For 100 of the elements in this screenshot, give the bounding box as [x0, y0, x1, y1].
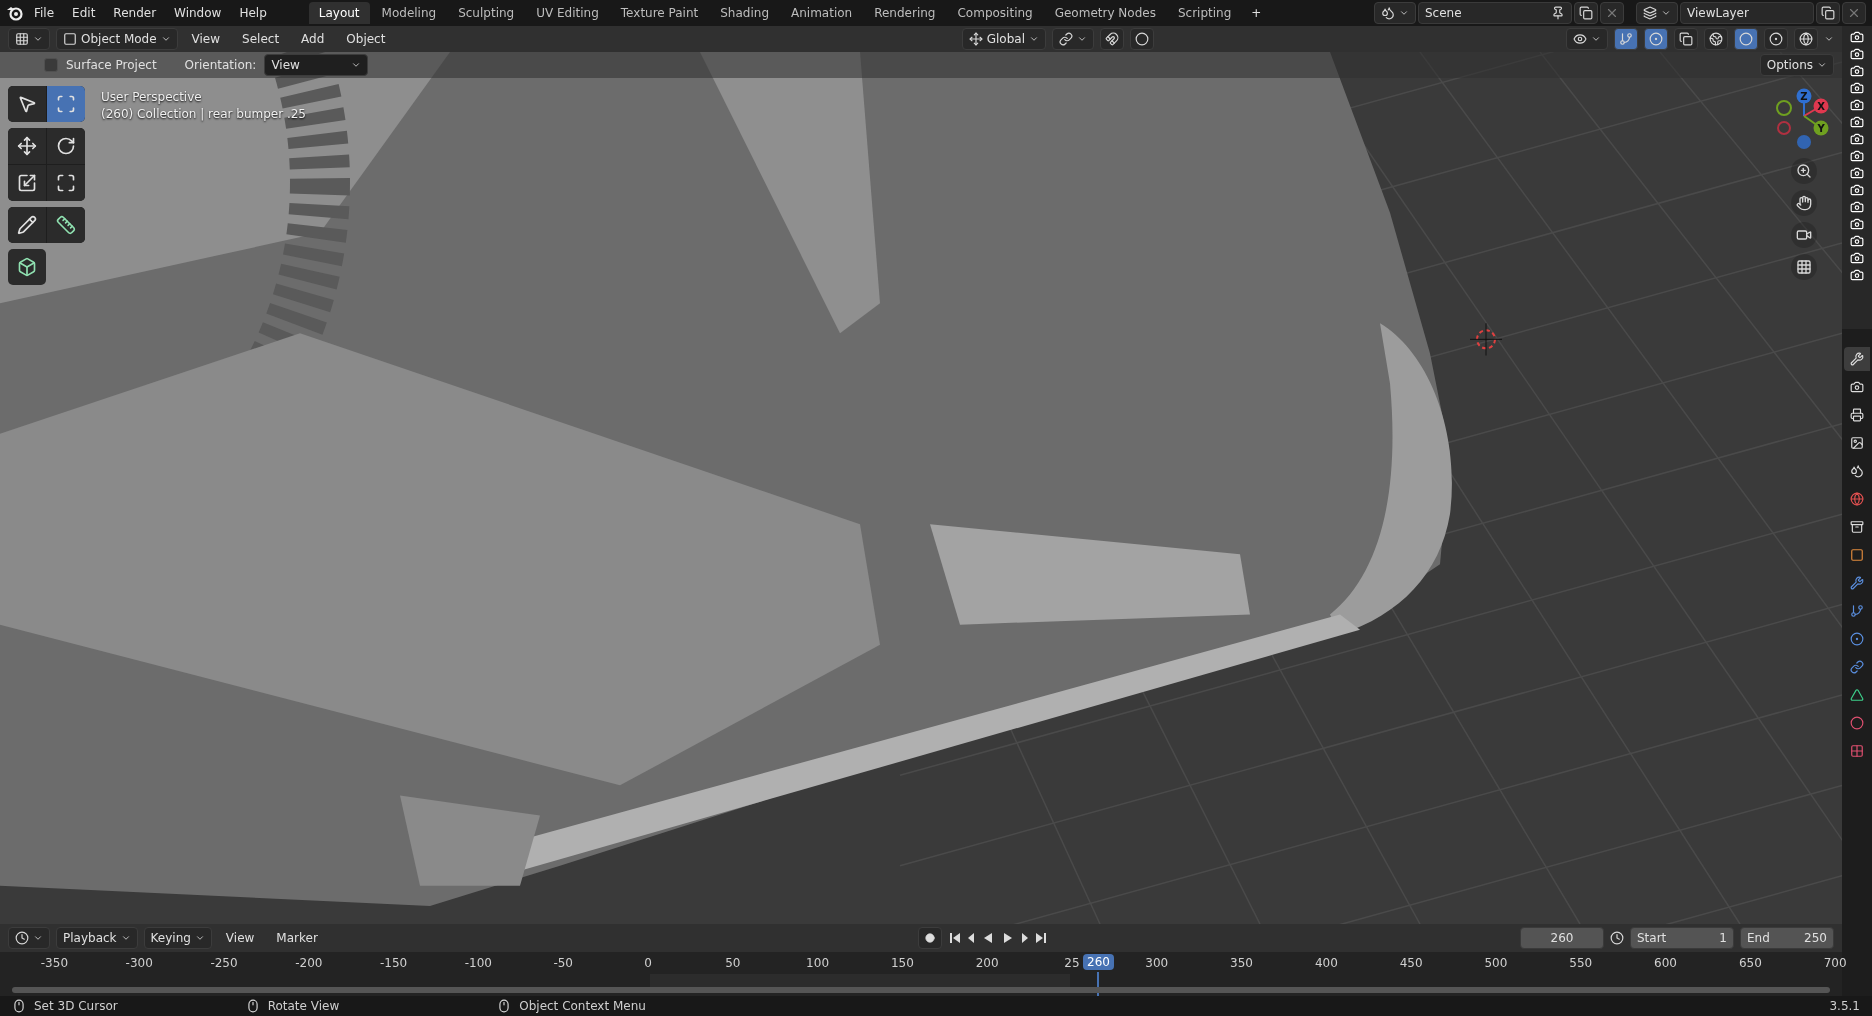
clock-icon	[15, 931, 29, 945]
chevron-icon	[194, 933, 205, 943]
properties-tab[interactable]	[1844, 347, 1870, 371]
rotate-icon	[56, 136, 76, 156]
tool-button[interactable]	[8, 128, 46, 164]
scrollbar[interactable]	[12, 987, 1830, 993]
menu-item[interactable]: View	[217, 928, 263, 948]
pin-icon	[1551, 6, 1565, 20]
menu-item[interactable]: Add	[293, 29, 333, 49]
scale-icon	[17, 173, 37, 193]
orientation-dropdown[interactable]: Global	[961, 28, 1046, 50]
workspace-tab[interactable]: Layout	[308, 2, 370, 24]
workspace-tab[interactable]: Sculpting	[448, 2, 525, 24]
stopwatch-icon	[1610, 931, 1624, 945]
menu-item[interactable]: View	[183, 29, 229, 49]
copy-button[interactable]	[1816, 2, 1840, 24]
tool-button[interactable]	[47, 128, 85, 164]
tool-button[interactable]	[8, 207, 46, 243]
editor-type-dropdown[interactable]	[8, 927, 50, 949]
app-logo-icon[interactable]	[6, 5, 24, 21]
workspace-tab[interactable]: Shading	[710, 2, 779, 24]
annotate-icon	[17, 215, 37, 235]
workspace-tab[interactable]: Compositing	[947, 2, 1043, 24]
zoom-button[interactable]	[1791, 158, 1817, 184]
close-icon	[1847, 6, 1861, 20]
record-button[interactable]	[917, 927, 942, 949]
frame-tick-label: -150	[379, 956, 408, 970]
workspace-tab[interactable]: Scripting	[1167, 2, 1242, 24]
measure-icon	[56, 215, 76, 235]
tool-icon	[1850, 352, 1864, 366]
menu-item[interactable]: Help	[231, 3, 275, 23]
playhead-frame[interactable]: 260	[1083, 954, 1114, 970]
frame-tick-label: 400	[1314, 956, 1338, 970]
close-button[interactable]	[1600, 2, 1624, 24]
viewport-info-text: User Perspective	[101, 90, 203, 104]
chevron-icon	[351, 60, 362, 70]
menu-item[interactable]: Select	[234, 29, 288, 49]
menu-dropdown[interactable]: Playback	[56, 927, 138, 949]
close-icon	[1605, 6, 1619, 20]
shading-button[interactable]	[1794, 28, 1818, 50]
pivot-dropdown[interactable]	[1052, 28, 1094, 50]
navigation-gizmo[interactable]: Z X Y	[1774, 86, 1834, 152]
tool-button[interactable]	[47, 207, 85, 243]
scene-type-dropdown[interactable]	[1374, 2, 1416, 24]
scene-field[interactable]: Scene	[1418, 2, 1572, 24]
camera-view-button[interactable]	[1791, 222, 1817, 248]
start-frame-field[interactable]: Start 1	[1630, 927, 1734, 949]
shading-button[interactable]	[1764, 28, 1788, 50]
camera-icon	[1850, 217, 1864, 231]
frame-tick-label: 650	[1738, 956, 1762, 970]
checkbox-label: Surface Project	[66, 58, 157, 72]
mode-dropdown[interactable]: Object Mode	[56, 28, 178, 50]
options-dropdown[interactable]: Options	[1759, 54, 1834, 76]
menu-item[interactable]: File	[26, 3, 63, 23]
frame-tick-label: 700	[1823, 956, 1847, 970]
view-layer-field[interactable]: ViewLayer	[1680, 2, 1814, 24]
status-hint: Rotate View	[267, 999, 340, 1013]
frame-tick-label: 500	[1484, 956, 1508, 970]
workspace-tab[interactable]: Modeling	[371, 2, 447, 24]
menu-item[interactable]: Window	[166, 3, 230, 23]
overlay-toggle[interactable]	[1644, 28, 1668, 50]
workspace-tab[interactable]: Geometry Nodes	[1044, 2, 1166, 24]
workspace-tab[interactable]: UV Editing	[526, 2, 609, 24]
end-frame-field[interactable]: End 250	[1740, 927, 1834, 949]
workspace-tab[interactable]: Animation	[781, 2, 863, 24]
add-workspace-button[interactable]: +	[1243, 3, 1270, 23]
editor-type-dropdown[interactable]	[8, 28, 50, 50]
checkbox[interactable]	[44, 58, 58, 72]
workspace-tab[interactable]: Texture Paint	[610, 2, 709, 24]
orientation-dropdown[interactable]: View	[264, 54, 369, 76]
view-layer-dropdown[interactable]	[1636, 2, 1678, 24]
gizmo-toggle[interactable]	[1614, 28, 1638, 50]
menu-dropdown[interactable]: Keying	[143, 927, 212, 949]
constraints-icon	[1850, 660, 1864, 674]
menu-item[interactable]: Edit	[64, 3, 104, 23]
copy-button[interactable]	[1574, 2, 1598, 24]
menu-item[interactable]: Render	[105, 3, 165, 23]
tool-button[interactable]	[8, 249, 46, 285]
3d-cursor-icon	[1469, 322, 1503, 356]
current-frame-field[interactable]: 260	[1520, 927, 1604, 949]
frame-tick-label: 300	[1145, 956, 1169, 970]
close-button[interactable]	[1842, 2, 1866, 24]
shading-button[interactable]	[1704, 28, 1728, 50]
chevron-icon	[1399, 8, 1409, 18]
tool-button[interactable]	[8, 165, 46, 201]
tool-button[interactable]	[47, 165, 85, 201]
chevron-icon	[33, 34, 43, 44]
snap-toggle[interactable]	[1100, 28, 1124, 50]
proportional-toggle[interactable]	[1130, 28, 1154, 50]
tool-button[interactable]	[8, 86, 46, 122]
shading-button[interactable]	[1734, 28, 1758, 50]
camera-icon	[1850, 268, 1864, 282]
orientation-label: Orientation:	[184, 58, 257, 72]
xray-toggle[interactable]	[1674, 28, 1698, 50]
pan-button[interactable]	[1791, 190, 1817, 216]
menu-item[interactable]: Marker	[268, 928, 326, 948]
perspective-toggle-button[interactable]	[1791, 254, 1817, 280]
workspace-tab[interactable]: Rendering	[864, 2, 946, 24]
menu-item[interactable]: Object	[338, 29, 394, 49]
visibility-dropdown[interactable]	[1566, 28, 1608, 50]
